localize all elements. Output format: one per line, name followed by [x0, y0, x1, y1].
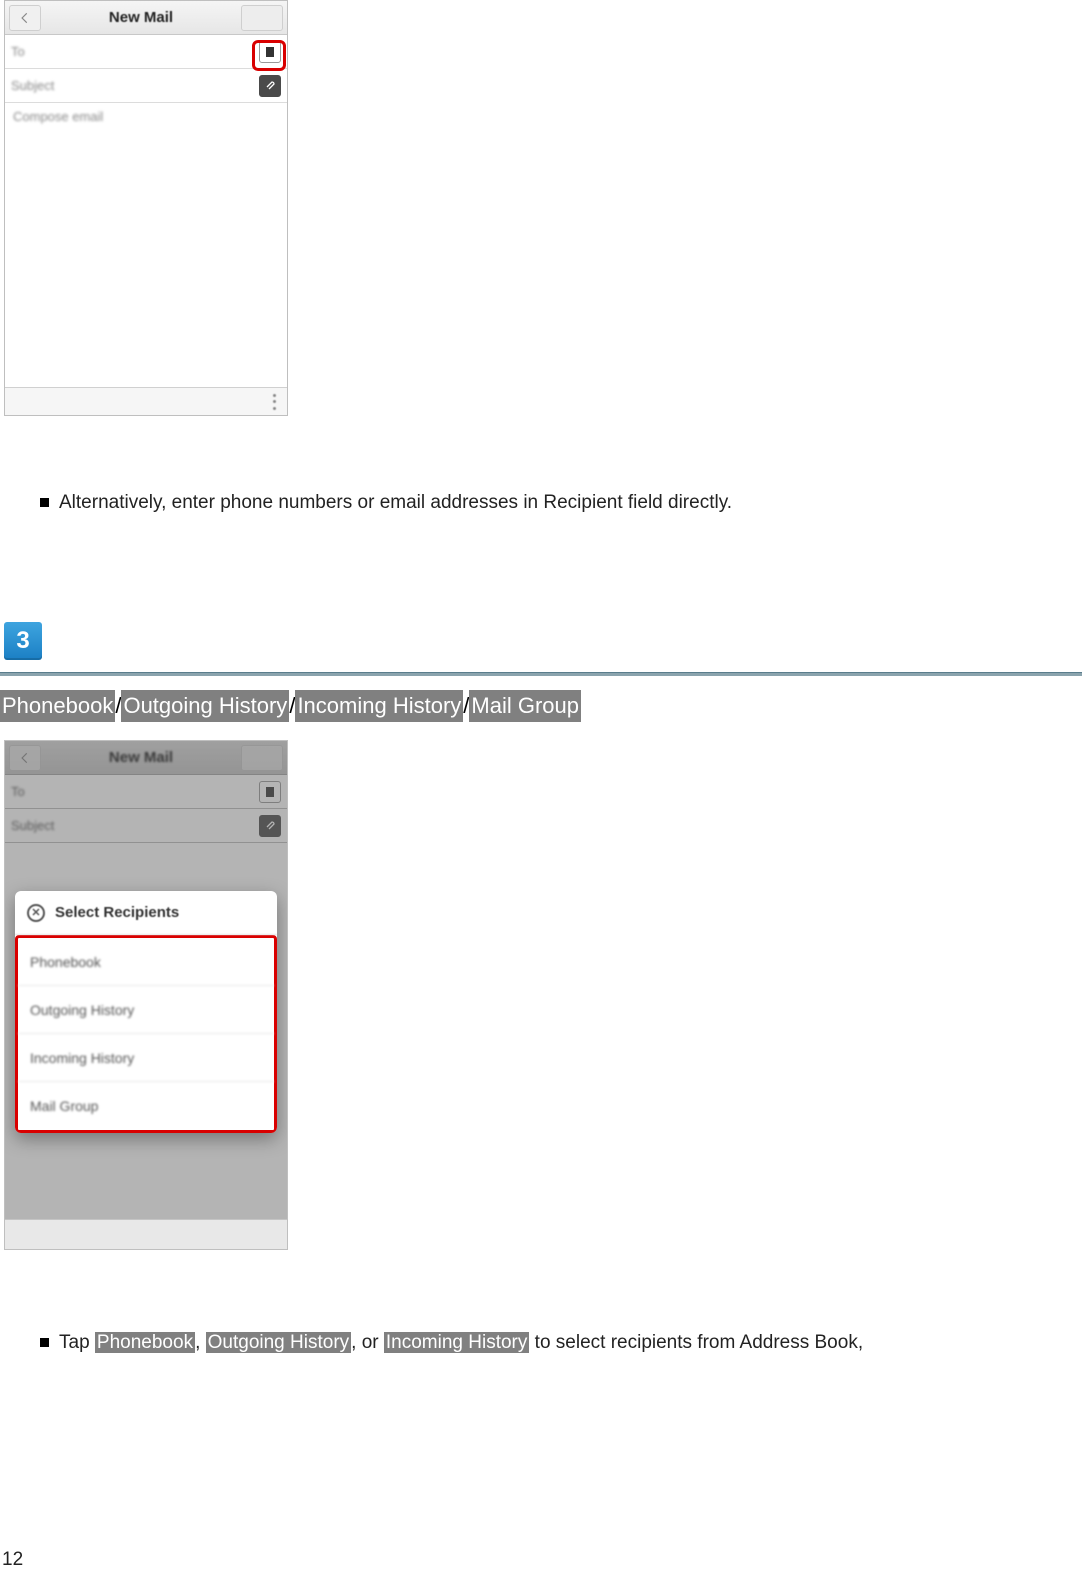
inline-phonebook: Phonebook: [95, 1332, 195, 1353]
compose-area[interactable]: Compose email: [5, 103, 287, 130]
step-divider: [0, 672, 1082, 676]
bullet-text: Tap Phonebook, Outgoing History, or Inco…: [59, 1330, 863, 1356]
phone-footer: [5, 387, 287, 415]
bullet-alternative-entry: Alternatively, enter phone numbers or em…: [40, 490, 1040, 516]
clip-icon: [264, 80, 276, 92]
popup-options-highlighted: Phonebook Outgoing History Incoming Hist…: [15, 935, 277, 1133]
heading-mail-group: Mail Group: [469, 690, 581, 722]
screen-title: New Mail: [41, 9, 241, 26]
popup-title: Select Recipients: [55, 904, 179, 921]
subject-label: Subject: [11, 78, 259, 93]
subject-row[interactable]: Subject: [5, 69, 287, 103]
menu-options-heading: Phonebook / Outgoing History / Incoming …: [0, 690, 581, 722]
heading-outgoing-history: Outgoing History: [121, 690, 289, 722]
heading-incoming-history: Incoming History: [295, 690, 463, 722]
screenshot-select-recipients: New Mail To Subject ✕ Select Recipients …: [4, 740, 288, 1250]
contact-icon: [264, 46, 276, 58]
add-recipient-button[interactable]: [259, 41, 281, 63]
recipient-row[interactable]: To: [5, 35, 287, 69]
phone-footer: [5, 1219, 287, 1249]
bullet-text: Alternatively, enter phone numbers or em…: [59, 490, 732, 516]
send-button[interactable]: [241, 5, 283, 31]
select-recipients-popup: ✕ Select Recipients Phonebook Outgoing H…: [15, 891, 277, 1133]
step-number-badge: 3: [4, 622, 42, 660]
page-number: 12: [2, 1549, 23, 1571]
bullet-tap-instruction: Tap Phonebook, Outgoing History, or Inco…: [40, 1330, 1080, 1356]
phone-header: New Mail: [5, 1, 287, 35]
option-phonebook[interactable]: Phonebook: [18, 938, 274, 986]
option-incoming-history[interactable]: Incoming History: [18, 1034, 274, 1082]
popup-header: ✕ Select Recipients: [15, 891, 277, 935]
close-icon[interactable]: ✕: [27, 904, 45, 922]
inline-incoming-history: Incoming History: [384, 1332, 530, 1353]
screenshot-new-mail: New Mail To Subject Compose email: [4, 0, 288, 416]
bullet-icon: [40, 1338, 49, 1347]
attachment-button[interactable]: [259, 75, 281, 97]
to-label: To: [11, 44, 259, 59]
back-arrow-icon: [18, 11, 32, 25]
heading-phonebook: Phonebook: [0, 690, 115, 722]
overflow-menu-icon[interactable]: [273, 394, 277, 410]
bullet-icon: [40, 498, 49, 507]
back-button[interactable]: [9, 5, 41, 31]
option-mail-group[interactable]: Mail Group: [18, 1082, 274, 1130]
option-outgoing-history[interactable]: Outgoing History: [18, 986, 274, 1034]
inline-outgoing-history: Outgoing History: [206, 1332, 352, 1353]
